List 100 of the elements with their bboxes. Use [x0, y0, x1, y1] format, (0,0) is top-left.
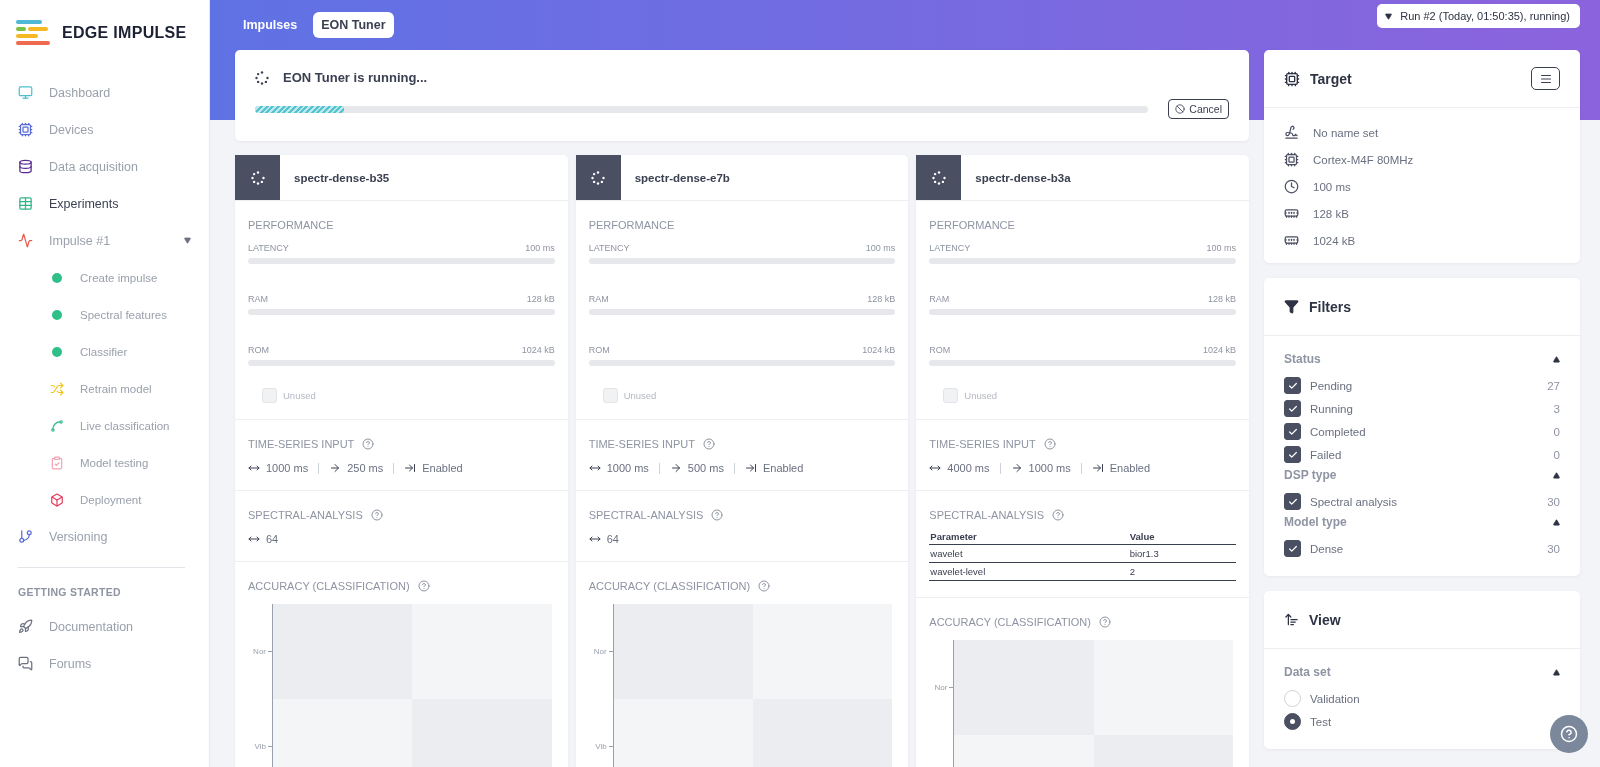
window-size: 4000 ms — [947, 462, 990, 474]
axis-label: Nor — [593, 647, 607, 656]
option-label: Pending — [1310, 379, 1353, 392]
option-label: Dense — [1310, 542, 1344, 555]
metric-label: ROM — [588, 345, 610, 355]
nav-item[interactable]: Model testing — [0, 444, 209, 481]
nav-item[interactable]: Versioning — [0, 518, 209, 555]
check-icon — [1287, 380, 1298, 391]
target-detail: 1024 kB — [1313, 234, 1356, 247]
checkbox[interactable] — [1284, 540, 1301, 557]
group-header[interactable]: DSP type — [1284, 468, 1560, 482]
run-select[interactable]: Run #2 (Today, 01:50:35), running) — [1377, 4, 1580, 28]
help-icon — [758, 580, 771, 592]
option-count: 3 — [1553, 402, 1560, 415]
help-icon — [417, 580, 430, 592]
spinner-icon — [255, 70, 269, 85]
option-label: Running — [1310, 402, 1353, 415]
radio-button[interactable] — [1284, 713, 1301, 730]
check-icon — [1287, 449, 1298, 460]
nav-item[interactable]: Dashboard — [0, 74, 209, 111]
help-icon — [362, 438, 375, 450]
window-size: 1000 ms — [266, 462, 309, 474]
shuffle-icon — [50, 381, 64, 396]
nav-link[interactable]: Forums — [0, 645, 209, 682]
option-count: 0 — [1553, 425, 1560, 438]
option-count: 30 — [1547, 495, 1560, 508]
check-icon — [1287, 543, 1298, 554]
section-title: ACCURACY (CLASSIFICATION) — [929, 616, 1091, 628]
clipboard-icon — [50, 455, 64, 470]
window-stride: 250 ms — [347, 462, 384, 474]
target-detail: No name set — [1313, 126, 1379, 139]
help-icon — [1098, 616, 1111, 628]
nav-item[interactable]: Experiments — [0, 185, 209, 222]
option-count: 30 — [1547, 542, 1560, 555]
caret-icon — [1553, 518, 1560, 526]
result-name: spectr-dense-b35 — [294, 171, 390, 184]
spinner-icon — [591, 170, 606, 185]
checkbox-label: Unused — [964, 390, 998, 401]
checkbox[interactable] — [1284, 493, 1301, 510]
nav-item[interactable]: Create impulse — [0, 259, 209, 296]
table-cell: bior1.3 — [1128, 544, 1236, 563]
metric-label: LATENCY — [248, 243, 289, 253]
column-header: Parameter — [929, 529, 1129, 545]
option-label: Test — [1310, 715, 1332, 728]
help-icon — [1560, 725, 1578, 743]
section-title: PERFORMANCE — [929, 219, 1015, 231]
table-cell: wavelet-level — [929, 562, 1129, 581]
arrow-icon — [1010, 462, 1023, 474]
section-title: TIME-SERIES INPUT — [248, 438, 355, 450]
status-text: Enabled — [762, 462, 804, 474]
dot-icon — [50, 344, 64, 359]
chip-icon — [1284, 70, 1300, 87]
table-icon — [18, 196, 33, 211]
tab[interactable]: Impulses — [235, 12, 306, 38]
axis-label: Nor — [253, 647, 266, 656]
nav-item[interactable]: Impulse #1 — [0, 222, 209, 259]
group-header[interactable]: Data set — [1284, 665, 1560, 679]
nav-item[interactable]: Spectral features — [0, 296, 209, 333]
checkbox[interactable] — [1284, 423, 1301, 440]
result-name: spectr-dense-b3a — [975, 171, 1071, 184]
arrow-to-line-icon — [404, 462, 417, 474]
metric-value: 128 kB — [526, 294, 555, 304]
metric-value: 128 kB — [1207, 294, 1236, 304]
checkbox[interactable] — [1284, 446, 1301, 463]
axis-label: Nor — [934, 683, 948, 692]
help-icon — [703, 438, 715, 450]
target-detail: 128 kB — [1313, 207, 1349, 220]
sort-icon — [1284, 612, 1299, 627]
checkbox[interactable] — [1284, 377, 1301, 394]
arrow-icon — [669, 462, 682, 474]
nav-item[interactable]: Classifier — [0, 333, 209, 370]
checkbox[interactable] — [1284, 400, 1301, 417]
cancel-button[interactable]: Cancel — [1168, 99, 1229, 119]
branch-icon — [18, 529, 33, 544]
nav-item[interactable]: Live classification — [0, 407, 209, 444]
checkbox-label: Unused — [283, 390, 316, 401]
nav-item[interactable]: Deployment — [0, 481, 209, 518]
option-label: Spectral analysis — [1310, 495, 1397, 508]
menu-button[interactable] — [1531, 67, 1560, 90]
nav-link[interactable]: Documentation — [0, 608, 209, 645]
target-detail: 100 ms — [1313, 180, 1351, 193]
metric-value: 100 ms — [865, 243, 896, 253]
monitor-icon — [18, 85, 33, 100]
checkbox-label: Unused — [623, 390, 657, 401]
group-header[interactable]: Status — [1284, 352, 1560, 366]
section-title: ACCURACY (CLASSIFICATION) — [248, 580, 410, 592]
group-header[interactable]: Model type — [1284, 515, 1560, 529]
check-icon — [1287, 426, 1298, 437]
nav-item[interactable]: Devices — [0, 111, 209, 148]
option-count: 27 — [1547, 379, 1560, 392]
nav-item[interactable]: Retrain model — [0, 370, 209, 407]
metric-value: 100 ms — [1206, 243, 1236, 253]
metric-value: 100 ms — [525, 243, 555, 253]
spinner-icon — [931, 170, 946, 185]
tab[interactable]: EON Tuner — [313, 12, 394, 38]
rocket-icon — [18, 619, 33, 634]
nav-item[interactable]: Data acquisition — [0, 148, 209, 185]
brand-name: EDGE IMPULSE — [62, 24, 187, 42]
section-title: SPECTRAL-ANALYSIS — [588, 509, 704, 521]
caret-icon — [1553, 471, 1560, 479]
